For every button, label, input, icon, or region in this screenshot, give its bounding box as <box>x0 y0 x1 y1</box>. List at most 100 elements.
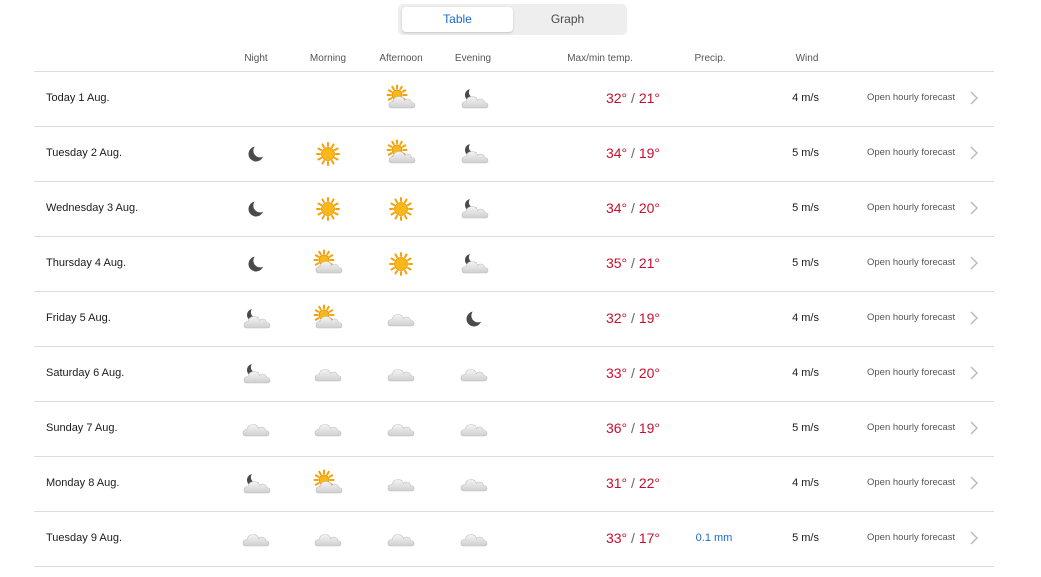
min-temp: 20° <box>638 365 660 381</box>
partly-cloudy-night-icon <box>459 194 489 224</box>
forecast-row[interactable]: Monday 8 Aug. 31° / 22° 4 m/s Open hourly f… <box>34 456 994 511</box>
open-hourly-forecast-link[interactable]: Open hourly forecast <box>867 202 955 213</box>
cloud-icon <box>459 469 489 499</box>
forecast-row[interactable]: Thursday 4 Aug. 35° / 21° 5 m/s Open hourly… <box>34 236 994 291</box>
open-hourly-forecast-link[interactable]: Open hourly forecast <box>867 147 955 158</box>
chevron-right-icon[interactable] <box>968 365 980 381</box>
forecast-table: Today 1 Aug. 32° / 21° 4 m/s Open hourly fo… <box>34 71 994 567</box>
chevron-right-icon[interactable] <box>968 530 980 546</box>
moon-icon <box>241 194 271 224</box>
temp-separator: / <box>627 255 639 271</box>
tab-table[interactable]: Table <box>402 7 513 32</box>
day-label: Tuesday 9 Aug. <box>46 532 123 544</box>
temp-separator: / <box>627 145 639 161</box>
open-hourly-forecast-link[interactable]: Open hourly forecast <box>867 312 955 323</box>
temp-separator: / <box>627 365 639 381</box>
partly-cloudy-day-icon <box>313 304 343 334</box>
chevron-right-icon[interactable] <box>968 420 980 436</box>
temperature-range: 34° / 19° <box>554 145 660 161</box>
partly-cloudy-night-icon <box>241 359 271 389</box>
tab-graph[interactable]: Graph <box>512 7 623 32</box>
cloud-icon <box>386 359 416 389</box>
temperature-range: 32° / 21° <box>554 90 660 106</box>
chevron-right-icon[interactable] <box>968 475 980 491</box>
forecast-row[interactable]: Saturday 6 Aug. 33° / 20° 4 m/s Open hourly… <box>34 346 994 401</box>
wind-value: 5 m/s <box>792 422 819 434</box>
open-hourly-forecast-link[interactable]: Open hourly forecast <box>867 367 955 378</box>
max-temp: 33° <box>605 530 628 546</box>
max-temp: 34° <box>605 200 628 216</box>
min-temp: 17° <box>638 530 660 546</box>
day-label: Saturday 6 Aug. <box>46 367 125 379</box>
day-label: Wednesday 3 Aug. <box>46 202 139 214</box>
wind-value: 5 m/s <box>792 202 819 214</box>
partly-cloudy-night-icon <box>459 139 489 169</box>
column-header-afternoon: Afternoon <box>379 53 423 64</box>
forecast-row[interactable]: Sunday 7 Aug. 36° / 19° 5 m/s Open hourly f… <box>34 401 994 456</box>
precipitation-value: 0.1 mm <box>695 532 733 544</box>
day-label: Monday 8 Aug. <box>46 477 120 489</box>
forecast-row[interactable]: Tuesday 9 Aug. 33° / 17° 0.1 mm 5 m/s Open h… <box>34 511 994 567</box>
sun-icon <box>313 194 343 224</box>
min-temp: 19° <box>638 310 660 326</box>
open-hourly-forecast-link[interactable]: Open hourly forecast <box>867 532 955 543</box>
chevron-right-icon[interactable] <box>968 90 980 106</box>
sun-icon <box>313 139 343 169</box>
forecast-row[interactable]: Tuesday 2 Aug. 34° / 19° 5 m/s Open hourly … <box>34 126 994 181</box>
cloud-icon <box>459 524 489 554</box>
partly-cloudy-day-icon <box>386 139 416 169</box>
wind-value: 5 m/s <box>792 147 819 159</box>
sun-icon <box>386 194 416 224</box>
forecast-row[interactable]: Today 1 Aug. 32° / 21° 4 m/s Open hourly fo… <box>34 71 994 126</box>
wind-value: 5 m/s <box>792 257 819 269</box>
open-hourly-forecast-link[interactable]: Open hourly forecast <box>867 257 955 268</box>
open-hourly-forecast-link[interactable]: Open hourly forecast <box>867 422 955 433</box>
max-temp: 32° <box>605 310 628 326</box>
min-temp: 22° <box>638 475 660 491</box>
day-label: Friday 5 Aug. <box>46 312 111 324</box>
cloud-icon <box>459 359 489 389</box>
chevron-right-icon[interactable] <box>968 255 980 271</box>
temp-separator: / <box>627 90 639 106</box>
cloud-icon <box>313 414 343 444</box>
temperature-range: 34° / 20° <box>554 200 660 216</box>
max-temp: 33° <box>605 365 628 381</box>
cloud-icon <box>386 414 416 444</box>
column-header-wind: Wind <box>795 53 819 64</box>
column-header-evening: Evening <box>454 53 492 64</box>
wind-value: 4 m/s <box>792 367 819 379</box>
wind-value: 4 m/s <box>792 92 819 104</box>
temp-separator: / <box>627 530 639 546</box>
min-temp: 21° <box>638 90 660 106</box>
chevron-right-icon[interactable] <box>968 145 980 161</box>
column-header-morning: Morning <box>309 53 347 64</box>
day-label: Tuesday 2 Aug. <box>46 147 123 159</box>
wind-value: 5 m/s <box>792 532 819 544</box>
cloud-icon <box>241 524 271 554</box>
day-label: Today 1 Aug. <box>46 92 110 104</box>
temperature-range: 33° / 20° <box>554 365 660 381</box>
forecast-row[interactable]: Wednesday 3 Aug. 34° / 20° 5 m/s Open hourl… <box>34 181 994 236</box>
column-header-night: Night <box>244 53 268 64</box>
temperature-range: 32° / 19° <box>554 310 660 326</box>
open-hourly-forecast-link[interactable]: Open hourly forecast <box>867 477 955 488</box>
chevron-right-icon[interactable] <box>968 200 980 216</box>
chevron-right-icon[interactable] <box>968 310 980 326</box>
max-temp: 31° <box>605 475 628 491</box>
max-temp: 35° <box>605 255 628 271</box>
column-header-precip: Precip. <box>694 53 726 64</box>
open-hourly-forecast-link[interactable]: Open hourly forecast <box>867 92 955 103</box>
sun-icon <box>386 249 416 279</box>
temperature-range: 36° / 19° <box>554 420 660 436</box>
min-temp: 19° <box>638 145 660 161</box>
min-temp: 19° <box>638 420 660 436</box>
temp-separator: / <box>627 475 639 491</box>
cloud-icon <box>386 524 416 554</box>
moon-icon <box>241 139 271 169</box>
temp-separator: / <box>627 310 639 326</box>
moon-icon <box>459 304 489 334</box>
max-temp: 34° <box>605 145 628 161</box>
wind-value: 4 m/s <box>792 312 819 324</box>
partly-cloudy-day-icon <box>386 84 416 114</box>
forecast-row[interactable]: Friday 5 Aug. 32° / 19° 4 m/s Open hourly f… <box>34 291 994 346</box>
